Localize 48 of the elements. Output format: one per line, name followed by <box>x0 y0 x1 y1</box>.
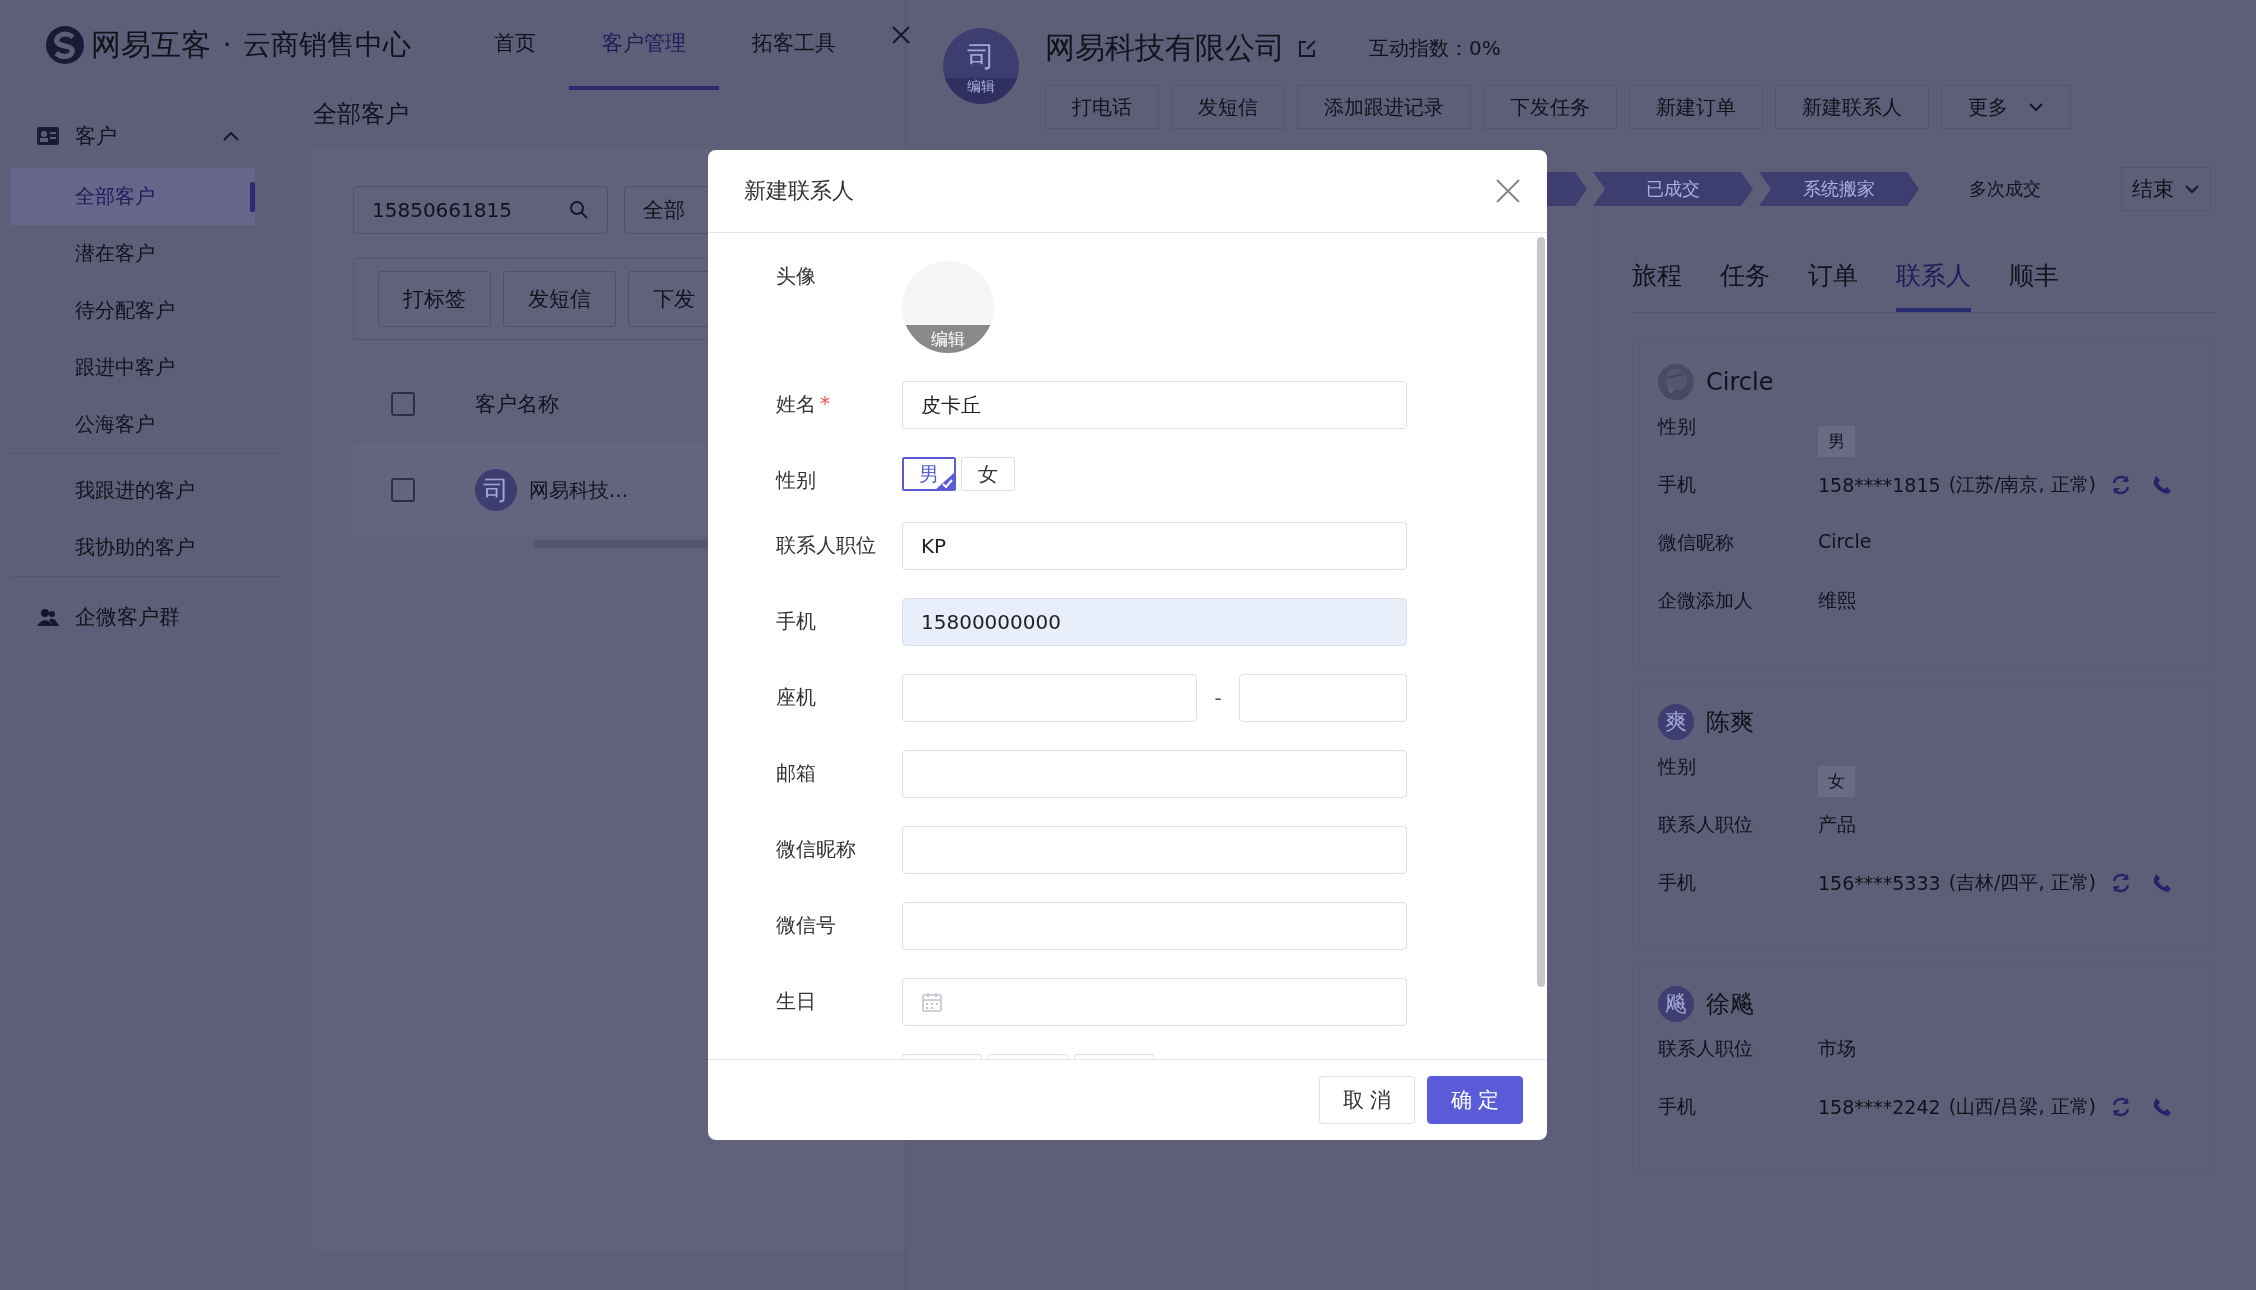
field-label: 微信号 <box>776 912 836 939</box>
field-label: 联系人职位 <box>1658 1036 1754 1061</box>
column-header: 客户名称 <box>475 391 559 418</box>
company-name: 网易科技有限公司 <box>1045 29 1285 67</box>
page-title: 全部客户 <box>313 99 410 130</box>
dialog-title: 新建联系人 <box>744 177 854 205</box>
field-label: 手机 <box>1658 472 1697 497</box>
field-label: 手机 <box>1658 870 1697 895</box>
field-label: 头像 <box>776 263 816 290</box>
phone-location: (山西/吕梁, 正常) <box>1948 1094 2096 1119</box>
field-label: 微信昵称 <box>1658 530 1735 555</box>
interaction-score: 互动指数：0% <box>1369 35 1501 62</box>
separator-dash: - <box>1213 686 1223 710</box>
contact-name: Circle <box>1706 368 1774 396</box>
avatar: 飚 <box>1658 986 1694 1022</box>
required-mark: * <box>820 391 830 417</box>
field-label: 性别 <box>1658 754 1697 779</box>
field-value: 维熙 <box>1818 588 1856 613</box>
field-label: 性别 <box>1658 414 1697 439</box>
field-label: 手机 <box>776 608 816 635</box>
field-label: 企微添加人 <box>1658 588 1754 613</box>
phone-number: 158****1815 <box>1818 474 1941 496</box>
phone-location: (江苏/南京, 正常) <box>1948 472 2096 497</box>
avatar: 司 <box>475 469 517 511</box>
field-label: 手机 <box>1658 1094 1697 1119</box>
contact-name: 徐飚 <box>1706 989 1754 1020</box>
separator-dot: · <box>223 30 232 60</box>
field-label: 联系人职位 <box>1658 812 1754 837</box>
field-value: Circle <box>1818 530 1872 552</box>
brand-name: 网易互客 <box>91 25 211 64</box>
phone-number: 158****2242 <box>1818 1096 1941 1118</box>
field-label: 座机 <box>776 684 816 711</box>
table-cell: 网易科技... <box>529 476 629 504</box>
field-label: 姓名 <box>776 391 816 418</box>
field-value: 产品 <box>1818 812 1856 837</box>
gender-tag: 女 <box>1818 766 1855 797</box>
contact-name: 陈爽 <box>1706 707 1754 738</box>
avatar-initial: 司 <box>967 39 995 75</box>
avatar: 爽 <box>1658 704 1694 740</box>
gender-tag: 男 <box>1818 426 1855 457</box>
product-name: 云商销售中心 <box>243 27 412 63</box>
field-value: 市场 <box>1818 1036 1856 1061</box>
field-label: 微信昵称 <box>776 836 856 863</box>
phone-location: (吉林/四平, 正常) <box>1948 870 2096 895</box>
field-label: 生日 <box>776 988 816 1015</box>
field-label: 邮箱 <box>776 760 816 787</box>
phone-number: 156****5333 <box>1818 872 1941 894</box>
field-label: 性别 <box>776 467 816 494</box>
